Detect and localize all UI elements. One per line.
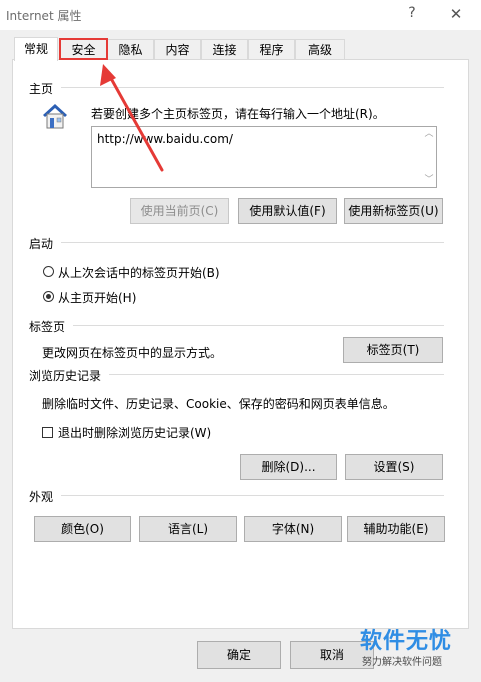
use-current-button[interactable]: 使用当前页(C): [130, 198, 229, 224]
appearance-separator: [61, 495, 444, 496]
colors-button[interactable]: 颜色(O): [34, 516, 131, 542]
tab-content[interactable]: 内容: [154, 39, 201, 59]
languages-button[interactable]: 语言(L): [139, 516, 237, 542]
fonts-button[interactable]: 字体(N): [244, 516, 342, 542]
use-new-tab-button[interactable]: 使用新标签页(U): [344, 198, 443, 224]
watermark-logo: 软件无忧 努力解决软件问题: [354, 621, 479, 673]
tab-general[interactable]: 常规: [14, 37, 58, 61]
watermark-subtitle: 努力解决软件问题: [362, 657, 442, 668]
homepage-section-title: 主页: [29, 82, 54, 96]
startup-section-title: 启动: [29, 237, 54, 251]
history-description: 删除临时文件、历史记录、Cookie、保存的密码和网页表单信息。: [42, 397, 395, 411]
history-separator: [109, 374, 444, 375]
startup-last-session-radio[interactable]: [43, 266, 54, 277]
delete-on-exit-checkbox[interactable]: [42, 427, 53, 438]
close-button[interactable]: ✕: [446, 5, 466, 25]
homepage-hint: 若要创建多个主页标签页，请在每行输入一个地址(R)。: [91, 107, 385, 121]
homepage-url-input[interactable]: http://www.baidu.com/ ︿ ﹀: [91, 126, 437, 188]
history-section-title: 浏览历史记录: [29, 369, 102, 383]
startup-homepage-label[interactable]: 从主页开始(H): [58, 289, 136, 306]
scroll-up-icon[interactable]: ︿: [424, 129, 434, 139]
tab-security[interactable]: 安全: [59, 38, 108, 60]
scroll-down-icon[interactable]: ﹀: [424, 175, 434, 185]
radio-selected-dot: [46, 294, 51, 299]
general-tab-panel: 主页 若要创建多个主页标签页，请在每行输入一个地址(R)。 http://www…: [12, 59, 469, 629]
use-default-button[interactable]: 使用默认值(F): [238, 198, 337, 224]
homepage-separator: [61, 87, 444, 88]
tab-programs[interactable]: 程序: [248, 39, 295, 59]
startup-last-session-label[interactable]: 从上次会话中的标签页开始(B): [58, 264, 220, 281]
help-button[interactable]: ?: [402, 5, 422, 25]
tab-advanced[interactable]: 高级: [295, 39, 345, 59]
window-title: Internet 属性: [6, 9, 82, 23]
tabs-description: 更改网页在标签页中的显示方式。: [42, 346, 223, 360]
tab-privacy[interactable]: 隐私: [107, 39, 154, 59]
tab-strip: 常规 安全 隐私 内容 连接 程序 高级: [0, 37, 481, 61]
title-bar: Internet 属性 ? ✕: [0, 0, 481, 30]
startup-separator: [61, 242, 444, 243]
appearance-section-title: 外观: [29, 490, 54, 504]
watermark-title: 软件无忧: [360, 629, 453, 654]
homepage-url-value: http://www.baidu.com/: [97, 132, 233, 146]
tabs-settings-button[interactable]: 标签页(T): [343, 337, 443, 363]
accessibility-button[interactable]: 辅助功能(E): [347, 516, 445, 542]
history-settings-button[interactable]: 设置(S): [345, 454, 443, 480]
tab-connections[interactable]: 连接: [201, 39, 248, 59]
tabs-section-title: 标签页: [29, 320, 66, 334]
tabs-separator: [73, 325, 444, 326]
house-icon: [43, 104, 67, 129]
startup-homepage-radio[interactable]: [43, 291, 54, 302]
delete-on-exit-label[interactable]: 退出时删除浏览历史记录(W): [58, 424, 211, 441]
ok-button[interactable]: 确定: [197, 641, 281, 669]
delete-history-button[interactable]: 删除(D)...: [240, 454, 337, 480]
